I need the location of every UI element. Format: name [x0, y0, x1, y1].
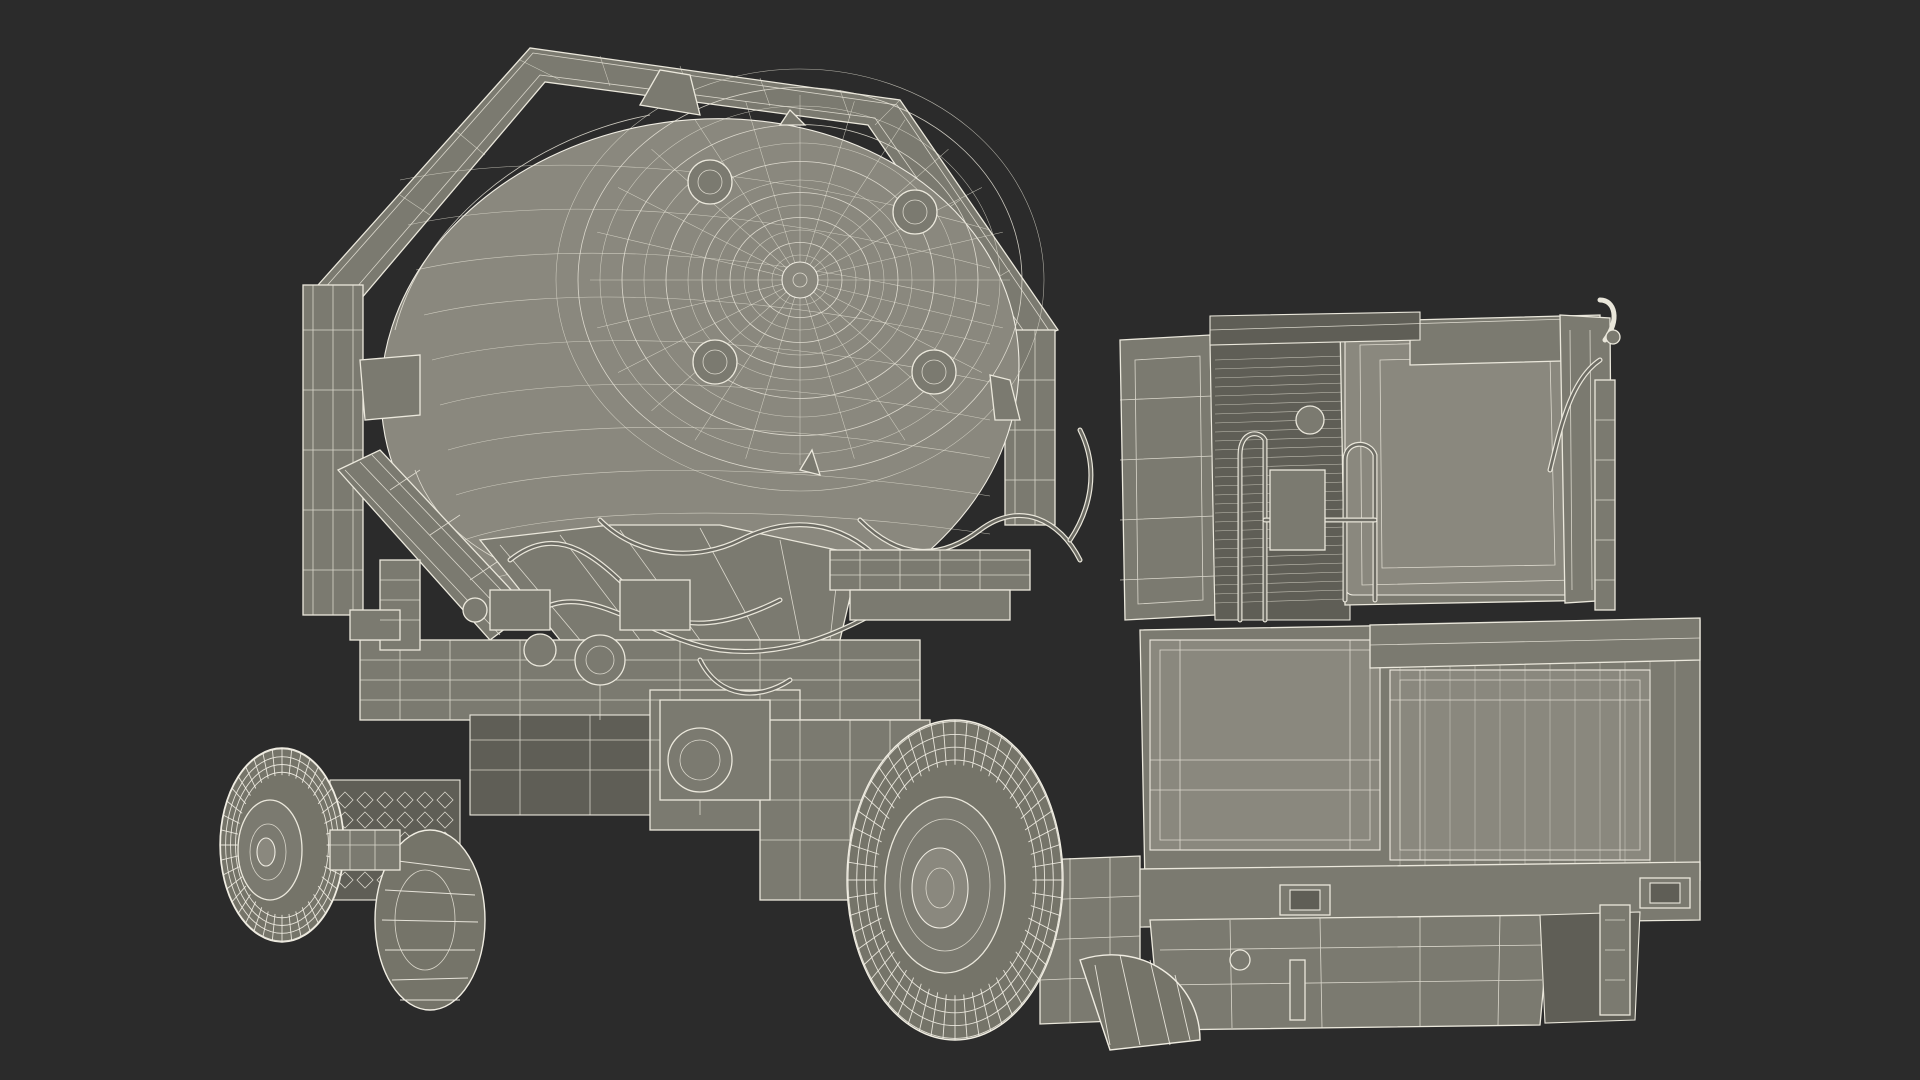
rear-tire — [846, 719, 1064, 1041]
front-tire-left — [219, 747, 345, 943]
operator-cab — [1119, 297, 1621, 623]
front-axle — [329, 829, 401, 871]
wireframe-render — [0, 0, 1920, 1080]
render-viewport — [0, 0, 1920, 1080]
